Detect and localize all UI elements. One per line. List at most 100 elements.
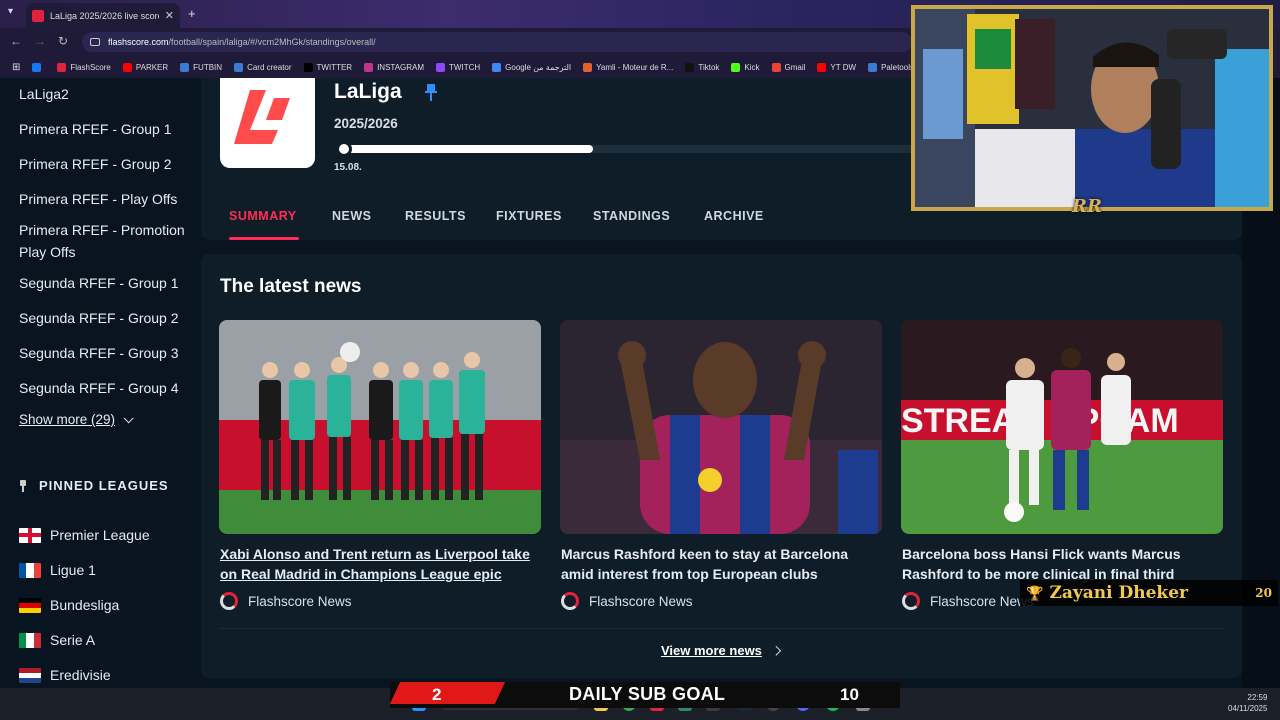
tab-title: LaLiga 2025/2026 live scores: [50, 10, 159, 21]
bookmark-item[interactable]: YT DW: [813, 62, 860, 72]
pinned-league-item[interactable]: Ligue 1: [19, 562, 96, 578]
bookmark-item[interactable]: Card creator: [230, 62, 295, 72]
bookmark-favicon-icon: [731, 62, 741, 72]
season-progress-fill: [338, 145, 593, 153]
season-label: 2025/2026: [334, 116, 398, 131]
flashscore-news-icon: [220, 592, 238, 610]
news-image-barcelona[interactable]: STREAM SPOAM: [901, 320, 1223, 534]
tab-news[interactable]: NEWS: [332, 209, 372, 223]
bookmark-item[interactable]: INSTAGRAM: [360, 62, 428, 72]
news-image-liverpool[interactable]: [219, 320, 541, 534]
bookmark-label: FlashScore: [70, 62, 111, 72]
bookmark-favicon-icon: [492, 62, 502, 72]
pinned-league-label: Serie A: [50, 632, 96, 648]
news-headline-2[interactable]: Marcus Rashford keen to stay at Barcelon…: [561, 544, 881, 584]
sidebar-league-item[interactable]: Primera RFEF - Group 2: [19, 153, 171, 175]
sidebar-league-item[interactable]: Segunda RFEF - Group 2: [19, 307, 179, 329]
close-tab-icon[interactable]: ✕: [165, 9, 174, 22]
news-headline-2-line-1: Marcus Rashford keen to stay at Barcelon…: [561, 546, 849, 562]
reload-icon[interactable]: ↻: [58, 34, 68, 48]
bookmark-item[interactable]: TWITCH: [432, 62, 484, 72]
tab-search-icon[interactable]: ▾: [8, 6, 13, 17]
sidebar-league-item[interactable]: Primera RFEF - Group 1: [19, 118, 171, 140]
streamer-logo: RR: [1072, 196, 1102, 217]
bookmark-label: Card creator: [247, 62, 292, 72]
bookmark-label: TWITCH: [449, 62, 481, 72]
clock-time: 22:59: [1247, 693, 1268, 702]
view-more-news-link[interactable]: View more news: [661, 643, 782, 658]
back-icon[interactable]: ←: [10, 34, 22, 48]
news-headline-1-line-2: on Real Madrid in Champions League epic: [220, 566, 502, 582]
pin-league-icon[interactable]: [424, 84, 438, 107]
news-headline-1-line-1: Xabi Alonso and Trent return as Liverpoo…: [220, 546, 530, 562]
show-more-label: Show more (29): [19, 412, 116, 427]
sidebar-league-item[interactable]: Segunda RFEF - Group 4: [19, 377, 179, 399]
bookmark-favicon-icon: [180, 62, 190, 72]
bookmark-item[interactable]: Google الترجمة من: [488, 62, 575, 72]
bookmark-favicon-icon: [122, 62, 132, 72]
tab-archive[interactable]: ARCHIVE: [704, 209, 764, 223]
forward-icon[interactable]: →: [34, 34, 46, 48]
pinned-leagues-heading: PINNED LEAGUES: [19, 478, 169, 493]
germany-flag-icon: [19, 597, 41, 613]
england-flag-icon: [19, 527, 41, 543]
news-headline-3[interactable]: Barcelona boss Hansi Flick wants Marcus …: [902, 544, 1222, 584]
pinned-league-item[interactable]: Bundesliga: [19, 597, 119, 613]
sidebar-league-item[interactable]: LaLiga2: [19, 83, 69, 105]
url-host: flashscore.com: [108, 37, 169, 47]
sidebar-league-item[interactable]: Segunda RFEF - Group 1: [19, 272, 179, 294]
news-source-label: Flashscore News: [589, 593, 693, 609]
pinned-league-item[interactable]: Premier League: [19, 527, 150, 543]
sub-goal-label: DAILY SUB GOAL: [569, 684, 726, 704]
donor-name: Zayani Dheker: [1049, 583, 1188, 603]
season-start-date: 15.08.: [334, 162, 362, 173]
bookmark-favicon-icon: [32, 62, 42, 72]
bookmark-item[interactable]: [28, 62, 49, 72]
bookmark-favicon-icon: [771, 62, 781, 72]
active-tab-indicator: [229, 237, 299, 240]
pinned-league-item[interactable]: Eredivisie: [19, 667, 111, 683]
taskbar-clock[interactable]: 22:59 04/11/2025: [1228, 692, 1267, 714]
apps-icon[interactable]: ⊞: [8, 62, 24, 73]
news-headline-3-line-1: Barcelona boss Hansi Flick wants Marcus: [902, 546, 1181, 562]
flashscore-news-icon: [561, 592, 579, 610]
tab-results[interactable]: RESULTS: [405, 209, 466, 223]
bookmark-favicon-icon: [303, 62, 313, 72]
sidebar-league-item[interactable]: Primera RFEF - Play Offs: [19, 188, 177, 210]
bookmark-item[interactable]: Kick: [727, 62, 763, 72]
tab-summary[interactable]: SUMMARY: [229, 209, 297, 223]
bookmark-item[interactable]: FUTBIN: [176, 62, 226, 72]
bookmark-favicon-icon: [583, 62, 593, 72]
news-headline-1[interactable]: Xabi Alonso and Trent return as Liverpoo…: [220, 544, 540, 584]
tab-fixtures[interactable]: FIXTURES: [496, 209, 562, 223]
laliga-logo-icon: [234, 90, 290, 144]
donor-value: 20: [1255, 586, 1272, 600]
clock-date: 04/11/2025: [1228, 704, 1268, 713]
pinned-league-item[interactable]: Serie A: [19, 632, 95, 648]
bookmark-item[interactable]: Yamli - Moteur de R...: [579, 62, 677, 72]
browser-tab[interactable]: LaLiga 2025/2026 live scores ✕: [26, 3, 180, 28]
donor-alert: 🏆 Zayani Dheker 20: [1020, 580, 1278, 606]
bookmark-label: Kick: [744, 62, 760, 72]
pin-icon: [19, 479, 27, 492]
bookmark-label: PARKER: [135, 62, 169, 72]
show-more-link[interactable]: Show more (29): [19, 412, 134, 427]
bookmark-item[interactable]: Gmail: [768, 62, 810, 72]
sub-goal-current: 2: [432, 685, 442, 704]
pinned-league-label: Premier League: [50, 527, 150, 543]
bookmark-item[interactable]: Tiktok: [681, 62, 723, 72]
bookmark-item[interactable]: PARKER: [119, 62, 172, 72]
site-info-icon[interactable]: [90, 38, 100, 46]
bookmark-item[interactable]: FlashScore: [53, 62, 114, 72]
url-input[interactable]: flashscore.com/football/spain/laliga/#/v…: [82, 32, 912, 52]
tab-standings[interactable]: STANDINGS: [593, 209, 670, 223]
bookmark-label: Google الترجمة من: [505, 62, 572, 72]
bookmark-favicon-icon: [57, 62, 67, 72]
new-tab-icon[interactable]: +: [188, 6, 196, 21]
bookmark-favicon-icon: [234, 62, 244, 72]
sidebar-league-item[interactable]: Primera RFEF - Promotion Play Offs: [19, 219, 189, 263]
season-progress-start-dot: [336, 141, 352, 157]
news-image-rashford[interactable]: [560, 320, 882, 534]
sidebar-league-item[interactable]: Segunda RFEF - Group 3: [19, 342, 179, 364]
bookmark-item[interactable]: TWITTER: [300, 62, 357, 72]
